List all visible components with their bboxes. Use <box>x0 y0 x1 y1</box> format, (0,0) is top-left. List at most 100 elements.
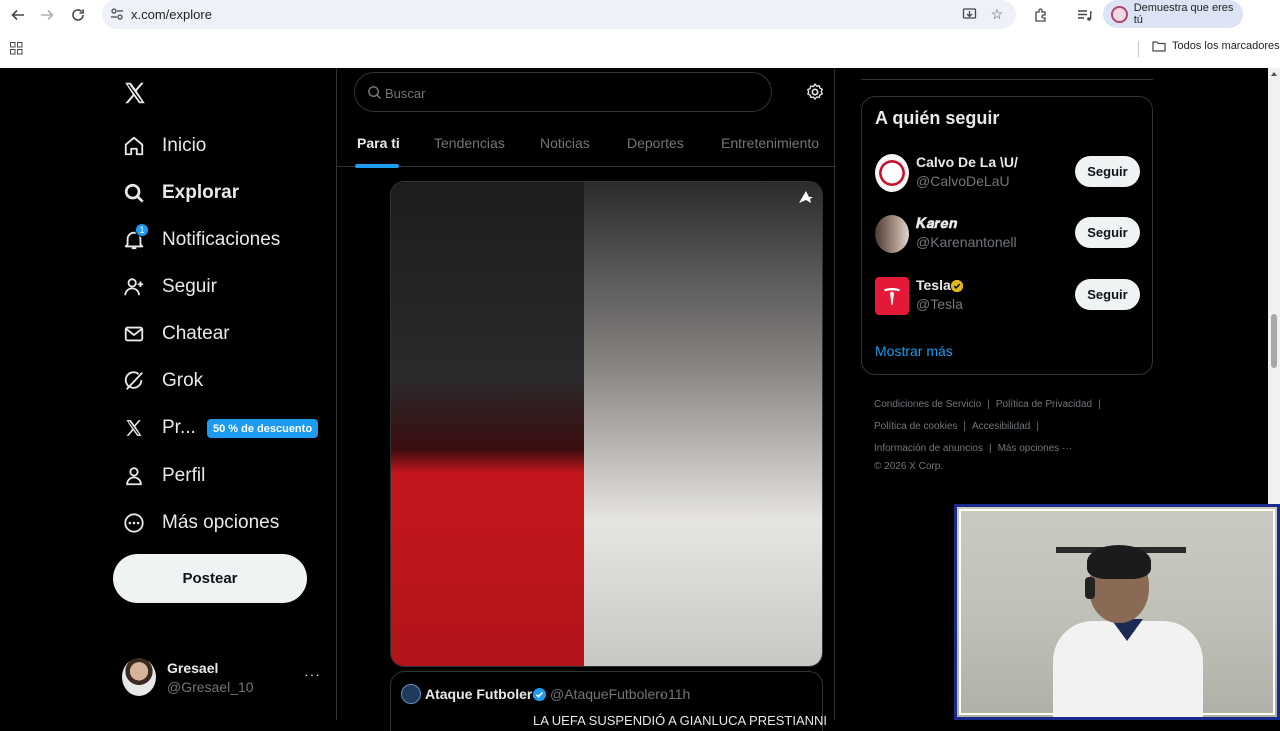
post-timestamp[interactable]: 11h <box>668 686 690 702</box>
apps-grid-icon[interactable] <box>10 42 23 55</box>
active-tab-indicator <box>355 164 399 168</box>
post-button[interactable]: Postear <box>113 554 307 603</box>
search-box[interactable] <box>354 72 772 112</box>
nav-item-seguir[interactable]: Seguir <box>122 267 217 307</box>
footer-links: Condiciones de Servicio | Política de Priv… <box>874 399 1101 472</box>
notification-count-badge: 1 <box>135 223 149 237</box>
post-card[interactable]: Ataque Futbolero @AtaqueFutbolero · 11h … <box>390 671 827 731</box>
nav-label: Seguir <box>162 276 217 297</box>
profile-chip[interactable]: Demuestra que eres tú <box>1103 0 1243 28</box>
follow-button[interactable]: Seguir <box>1075 279 1140 310</box>
url-text[interactable]: x.com/explore <box>131 7 212 22</box>
grok-icon <box>122 369 146 393</box>
search-icon <box>122 181 146 205</box>
bookmark-star-icon[interactable]: ☆ <box>988 5 1006 23</box>
search-input[interactable] <box>385 82 755 104</box>
avatar[interactable] <box>401 684 421 704</box>
media-image-right <box>584 182 822 666</box>
scroll-up-arrow-icon[interactable] <box>1271 72 1277 76</box>
tab-deportes[interactable]: Deportes <box>627 135 684 151</box>
avatar <box>875 154 909 192</box>
left-navigation: Inicio Explorar 1 Notificaciones Seguir <box>0 68 336 720</box>
ads-info-link[interactable]: Información de anuncios <box>874 443 983 454</box>
nav-label: Grok <box>162 370 204 391</box>
premium-discount-badge[interactable]: 50 % de descuento <box>207 419 319 438</box>
tab-para-ti[interactable]: Para ti <box>357 135 400 151</box>
gear-icon[interactable] <box>805 82 825 102</box>
x-premium-icon <box>122 416 146 440</box>
home-icon <box>122 134 146 158</box>
post-author[interactable]: Ataque Futbolero <box>425 686 541 702</box>
avatar <box>875 215 909 253</box>
more-options-link[interactable]: Más opciones ··· <box>998 443 1072 454</box>
nav-label: Explorar <box>162 182 240 203</box>
profile-avatar-icon <box>1111 5 1128 23</box>
nav-item-explorar[interactable]: Explorar <box>122 173 239 213</box>
account-more-icon[interactable]: ··· <box>304 666 321 682</box>
nav-item-notificaciones[interactable]: 1 Notificaciones <box>122 220 280 260</box>
extensions-icon[interactable] <box>1029 4 1051 26</box>
browser-toolbar: x.com/explore ☆ Demuestra que eres tú <box>0 0 1280 30</box>
forward-icon[interactable] <box>36 4 58 26</box>
account-name: Gresael <box>167 660 219 676</box>
headset-icon <box>1085 577 1095 599</box>
webcam-overlay <box>954 504 1280 720</box>
nav-item-grok[interactable]: Grok <box>122 361 203 401</box>
follow-suggestion[interactable]: 𝑲𝒂𝒓𝒆𝒏 @Karenantonell Seguir <box>875 213 1141 255</box>
address-bar[interactable]: x.com/explore ☆ <box>102 0 1016 29</box>
scrollbar-thumb[interactable] <box>1271 314 1277 368</box>
accessibility-link[interactable]: Accesibilidad <box>972 421 1030 432</box>
follow-button[interactable]: Seguir <box>1075 217 1140 248</box>
cookies-link[interactable]: Política de cookies <box>874 421 957 432</box>
webcam-person-hair <box>1087 545 1151 579</box>
who-to-follow-title: A quién seguir <box>875 108 1000 128</box>
privacy-link[interactable]: Política de Privacidad <box>996 399 1092 410</box>
nav-item-chatear[interactable]: Chatear <box>122 314 230 354</box>
tesla-logo-icon <box>875 277 909 315</box>
post-text: LA UEFA SUSPENDIÓ A GIANLUCA PRESTIANNI <box>533 713 828 728</box>
follow-name: 𝑲𝒂𝒓𝒆𝒏 <box>916 215 958 231</box>
post-handle[interactable]: @AtaqueFutbolero <box>550 686 668 702</box>
install-app-icon[interactable] <box>960 5 978 23</box>
divider <box>861 79 1153 80</box>
tab-entretenimiento[interactable]: Entretenimiento <box>721 135 819 151</box>
gold-verified-icon <box>950 279 964 293</box>
explore-tabs: Para ti Tendencias Noticias Deportes Ent… <box>337 120 836 168</box>
follow-name: Calvo De La \U/ <box>916 154 1018 170</box>
follow-suggestion[interactable]: Calvo De La \U/ @CalvoDeLaU Seguir <box>875 152 1141 194</box>
profile-chip-label: Demuestra que eres tú <box>1133 2 1234 26</box>
post-separator: · <box>660 686 665 702</box>
person-icon <box>122 464 146 488</box>
all-bookmarks-folder[interactable]: Todos los marcadores <box>1152 40 1280 52</box>
tab-tendencias[interactable]: Tendencias <box>434 135 505 151</box>
reload-icon[interactable] <box>67 4 89 26</box>
follow-suggestion[interactable]: Tesla @Tesla Seguir <box>875 275 1141 317</box>
nav-item-inicio[interactable]: Inicio <box>122 126 206 166</box>
nav-item-premium[interactable]: Pr... <box>122 408 196 448</box>
copyright-text: © 2026 X Corp. <box>874 461 944 472</box>
verified-badge-icon <box>532 687 547 702</box>
envelope-icon <box>122 322 146 346</box>
post-media[interactable] <box>390 181 823 667</box>
x-logo-icon[interactable] <box>122 80 148 106</box>
back-icon[interactable] <box>7 4 29 26</box>
all-bookmarks-label: Todos los marcadores <box>1172 40 1280 52</box>
nav-label: Más opciones <box>162 512 280 533</box>
bookmarks-bar: Todos los marcadores <box>0 34 1280 64</box>
account-switcher[interactable]: Gresael @Gresael_10 ··· <box>122 658 322 698</box>
nav-item-mas-opciones[interactable]: Más opciones <box>122 503 279 543</box>
tab-noticias[interactable]: Noticias <box>540 135 590 151</box>
follow-handle: @Tesla <box>916 296 963 312</box>
who-to-follow-card: A quién seguir Calvo De La \U/ @CalvoDeL… <box>861 96 1153 375</box>
show-more-link[interactable]: Mostrar más <box>875 343 953 359</box>
bookmarks-divider <box>1138 41 1139 57</box>
nav-item-perfil[interactable]: Perfil <box>122 456 205 496</box>
browser-chrome: x.com/explore ☆ Demuestra que eres tú To… <box>0 0 1280 68</box>
site-settings-icon[interactable] <box>110 7 124 21</box>
follow-button[interactable]: Seguir <box>1075 156 1140 187</box>
terms-link[interactable]: Condiciones de Servicio <box>874 399 981 410</box>
nav-label: Pr... <box>162 417 196 438</box>
webcam-frame <box>959 509 1275 717</box>
media-controls-icon[interactable] <box>1073 4 1095 26</box>
media-image-left <box>391 182 584 666</box>
